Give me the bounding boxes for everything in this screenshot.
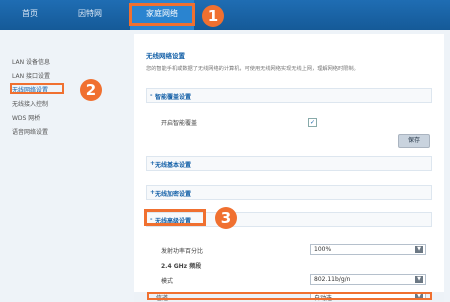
- step-callout-1: 1: [202, 5, 224, 27]
- mode-label: 模式: [161, 278, 174, 285]
- step-callout-3: 3: [215, 207, 237, 229]
- section-label: 智能覆盖设置: [155, 94, 192, 101]
- section-smart-coverage[interactable]: - 智能覆盖设置: [146, 88, 432, 103]
- smart-coverage-label: 开启智能覆盖: [161, 120, 198, 127]
- save-button[interactable]: 保存: [398, 134, 430, 148]
- chevron-down-icon: ▼: [415, 276, 423, 283]
- top-navigation: 首页 因特网 家庭网络: [0, 0, 450, 30]
- mode-value: 802.11b/g/n: [314, 276, 351, 283]
- sidebar-item-lan-interface[interactable]: LAN 接口设置: [12, 71, 50, 80]
- section-label: 无线加密设置: [155, 191, 192, 198]
- page-description: 您的智能手机或数据了无线网络的计算机，可使用无线网络实现无线上网，理解网络时限制…: [146, 66, 359, 72]
- section-basic[interactable]: + 无线基本设置: [146, 156, 432, 171]
- chevron-down-icon: ▼: [415, 246, 423, 253]
- section-security[interactable]: + 无线加密设置: [146, 185, 432, 200]
- sidebar: LAN 设备信息 LAN 接口设置 无线网络设置 无线接入控制 WDS 网桥 语…: [0, 30, 120, 300]
- sidebar-item-wireless-access[interactable]: 无线接入控制: [12, 99, 48, 108]
- smart-coverage-checkbox[interactable]: ✓: [308, 118, 317, 127]
- tx-power-label: 发射功率百分比: [161, 248, 204, 255]
- home-network-highlight: [129, 3, 195, 26]
- step-callout-2: 2: [80, 79, 102, 101]
- mode-select[interactable]: 802.11b/g/n ▼: [310, 274, 426, 285]
- sidebar-item-lan-info[interactable]: LAN 设备信息: [12, 57, 50, 66]
- channel-highlight: [147, 292, 432, 300]
- band-title: 2.4 GHz 频段: [161, 263, 202, 270]
- tab-home[interactable]: 首页: [0, 0, 60, 30]
- advanced-settings-highlight: [144, 209, 206, 226]
- sidebar-item-wds[interactable]: WDS 网桥: [12, 113, 40, 122]
- tx-power-value: 100%: [314, 246, 332, 253]
- tx-power-select[interactable]: 100% ▼: [310, 244, 426, 255]
- tab-internet[interactable]: 因特网: [60, 0, 120, 30]
- page-title: 无线网络设置: [146, 52, 185, 60]
- section-label: 无线基本设置: [155, 162, 192, 169]
- wireless-settings-highlight: [10, 83, 64, 94]
- collapse-icon: -: [150, 92, 153, 99]
- content-panel: 无线网络设置 您的智能手机或数据了无线网络的计算机，可使用无线网络实现无线上网，…: [134, 34, 444, 302]
- sidebar-item-voice[interactable]: 语音网络设置: [12, 127, 48, 136]
